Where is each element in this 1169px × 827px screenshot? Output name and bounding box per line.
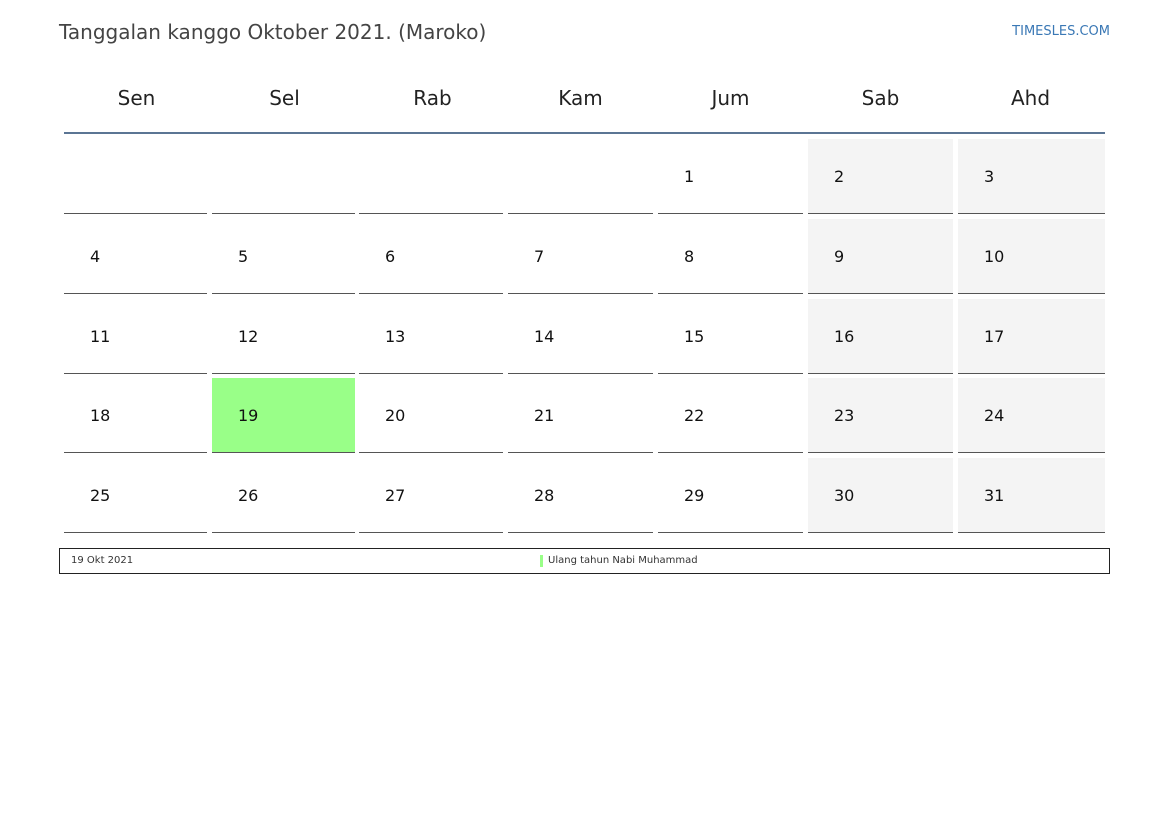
weekday-label: Jum [711,86,750,110]
day-number: 29 [684,486,705,505]
holiday-legend: 19 Okt 2021 Ulang tahun Nabi Muhammad [59,548,1110,574]
weekday-label: Sab [861,86,900,110]
day-number: 14 [534,327,555,346]
calendar-day-cell: 9 [808,219,953,294]
calendar-day-cell: 21 [508,378,653,453]
calendar-day-cell: 7 [508,219,653,294]
day-number: 30 [834,486,855,505]
day-number: 10 [984,247,1005,266]
calendar-day-cell: 8 [658,219,803,294]
day-number: 15 [684,327,705,346]
legend-color-marker [540,555,543,567]
calendar-day-cell: 3 [958,139,1105,214]
day-number: 22 [684,406,705,425]
calendar-day-cell: 23 [808,378,953,453]
calendar-day-cell: 29 [658,458,803,533]
day-number: 23 [834,406,855,425]
calendar-day-cell: 12 [212,299,355,374]
calendar-day-cell: 17 [958,299,1105,374]
calendar-day-cell: 10 [958,219,1105,294]
calendar-day-cell: 5 [212,219,355,294]
weekday-label: Sel [269,86,300,110]
calendar-empty-cell [64,139,207,214]
calendar-day-cell: 16 [808,299,953,374]
calendar-day-cell: 4 [64,219,207,294]
calendar-empty-cell [359,139,503,214]
calendar-day-cell: 11 [64,299,207,374]
calendar-empty-cell [508,139,653,214]
weekday-label: Sen [117,86,156,110]
day-number: 25 [90,486,111,505]
day-number: 19 [238,406,259,425]
day-number: 9 [834,247,845,266]
day-number: 5 [238,247,249,266]
day-number: 21 [534,406,555,425]
calendar-day-cell: 20 [359,378,503,453]
day-number: 1 [684,167,695,186]
calendar-day-cell: 22 [658,378,803,453]
calendar-day-cell: 28 [508,458,653,533]
calendar-day-cell: 25 [64,458,207,533]
day-number: 17 [984,327,1005,346]
day-number: 2 [834,167,845,186]
calendar-day-cell: 30 [808,458,953,533]
calendar-day-cell: 1 [658,139,803,214]
day-number: 11 [90,327,111,346]
calendar-day-cell: 2 [808,139,953,214]
day-number: 16 [834,327,855,346]
day-number: 3 [984,167,995,186]
day-number: 7 [534,247,545,266]
day-number: 26 [238,486,259,505]
day-number: 8 [684,247,695,266]
day-number: 4 [90,247,101,266]
day-number: 27 [385,486,406,505]
calendar-day-cell: 18 [64,378,207,453]
day-number: 12 [238,327,259,346]
day-number: 31 [984,486,1005,505]
day-number: 20 [385,406,406,425]
calendar-day-cell: 15 [658,299,803,374]
calendar-day-cell: 31 [958,458,1105,533]
calendar-day-cell: 6 [359,219,503,294]
calendar-day-cell: 24 [958,378,1105,453]
day-number: 13 [385,327,406,346]
day-number: 24 [984,406,1005,425]
legend-date: 19 Okt 2021 [71,555,134,566]
calendar-day-cell: 19 [212,378,355,453]
calendar-weekday-header: Sen Sel Rab Kam Jum Sab Ahd [64,64,1105,134]
weekday-label: Ahd [1010,86,1051,110]
calendar-day-cell: 13 [359,299,503,374]
day-number: 28 [534,486,555,505]
weekday-label: Rab [413,86,452,110]
calendar-empty-cell [212,139,355,214]
day-number: 6 [385,247,396,266]
calendar-day-cell: 27 [359,458,503,533]
weekday-label: Kam [558,86,603,110]
legend-holiday-name: Ulang tahun Nabi Muhammad [548,555,698,566]
day-number: 18 [90,406,111,425]
page-title: Tanggalan kanggo Oktober 2021. (Maroko) [59,20,487,44]
site-link[interactable]: TIMESLES.COM [1012,24,1110,39]
calendar-day-cell: 26 [212,458,355,533]
calendar-day-cell: 14 [508,299,653,374]
